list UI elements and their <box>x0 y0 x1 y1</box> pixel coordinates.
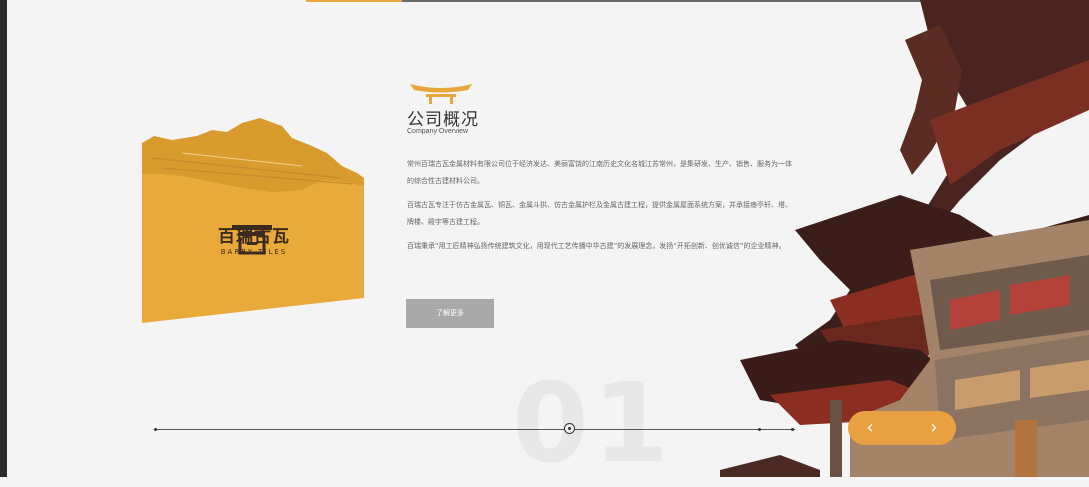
section-title: 公司概况 <box>407 110 479 130</box>
timeline-active-dot-center <box>568 427 571 430</box>
intro-paragraph-2: 百瑞古瓦专注于仿古金属瓦、铜瓦、金属斗拱、仿古金属护栏及金属古建工程，提供金属屋… <box>407 201 792 226</box>
timeline-dot[interactable] <box>791 427 794 431</box>
intro-paragraph-3: 百瑞秉承“用工匠精神弘扬传统建筑文化，用现代工艺传播中华古建”的发展理念，发扬“… <box>407 242 786 250</box>
section-subtitle: Company Overview <box>407 128 469 135</box>
chevron-right-icon[interactable]: › <box>912 411 956 445</box>
brand-logo-text: 百瑞古瓦 BARRY TILES <box>206 222 302 256</box>
timeline-dot[interactable] <box>154 427 157 431</box>
slide-number: 01 <box>512 359 674 487</box>
left-frame-edge <box>0 0 7 477</box>
timeline-active-dot[interactable] <box>564 423 575 434</box>
slider-nav: ‹ › <box>848 411 956 445</box>
brand-name-en: BARRY TILES <box>220 248 288 256</box>
intro-paragraph-1: 常州百瑞古瓦金属材料有限公司位于经济发达、美丽富饶的江南历史文化名城江苏常州，是… <box>407 160 792 185</box>
timeline-dot[interactable] <box>758 427 761 431</box>
top-accent-bar <box>306 0 402 2</box>
temple-gate-icon <box>410 84 472 104</box>
learn-more-button[interactable]: 了解更多 <box>406 299 494 328</box>
timeline-track <box>155 429 795 430</box>
brand-logo-card <box>142 118 364 323</box>
brand-name-cn: 百瑞古瓦 <box>218 227 290 247</box>
chevron-left-icon[interactable]: ‹ <box>848 411 892 445</box>
